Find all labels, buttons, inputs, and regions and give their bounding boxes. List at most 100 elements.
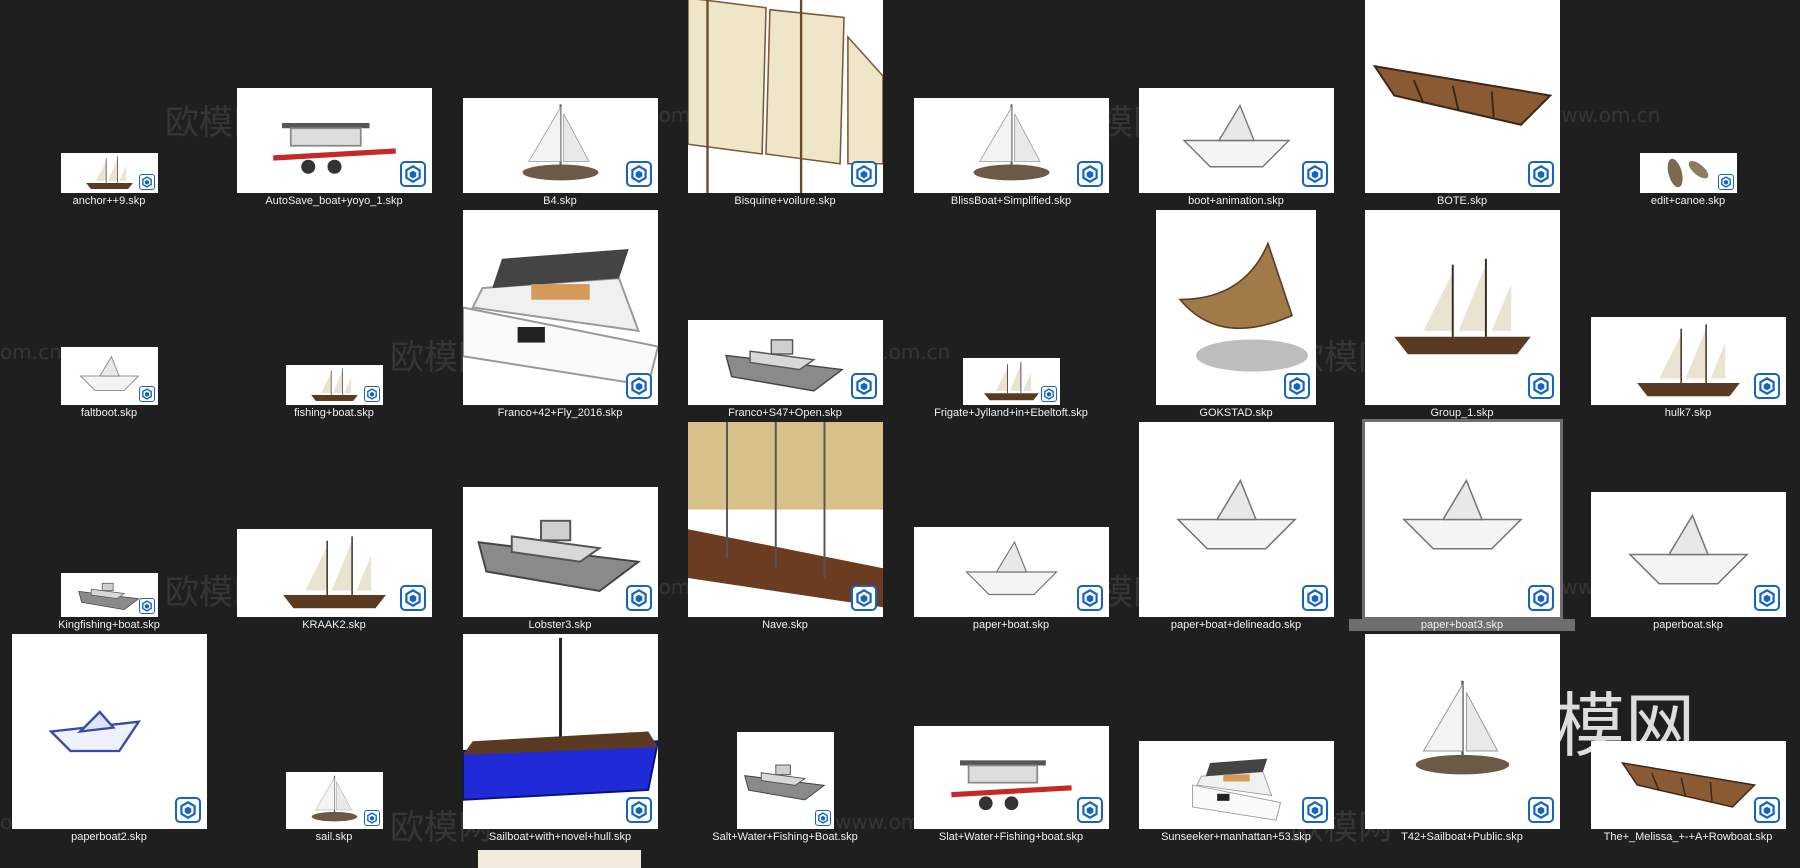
file-thumbnail[interactable] xyxy=(462,634,658,829)
file-tile[interactable]: Group_1.skp xyxy=(1349,208,1575,420)
file-tile[interactable]: KRAAK2.skp xyxy=(221,420,447,632)
file-name-label: edit+canoe.skp xyxy=(1650,195,1726,207)
sketchup-icon xyxy=(625,373,652,399)
file-tile[interactable]: Bisquine+voilure.skp xyxy=(672,0,898,208)
sketchup-icon xyxy=(363,810,380,826)
file-tile[interactable]: T42+Sailboat+Public.skp xyxy=(1349,632,1575,844)
file-tile[interactable]: The+_Melissa_+-+A+Rowboat.skp xyxy=(1575,632,1800,844)
file-name-label: KRAAK2.skp xyxy=(302,619,366,631)
sketchup-icon xyxy=(1076,161,1103,187)
sketchup-icon xyxy=(1527,373,1554,399)
file-tile[interactable]: paper+boat+delineado.skp xyxy=(1123,420,1349,632)
file-thumbnail[interactable] xyxy=(462,98,658,193)
file-thumbnail-partial[interactable] xyxy=(478,850,641,868)
file-thumbnail[interactable] xyxy=(1156,210,1316,405)
file-name-label: paper+boat.skp xyxy=(972,619,1050,631)
file-thumbnail[interactable] xyxy=(1590,317,1786,405)
file-name-label: Frigate+Jylland+in+Ebeltoft.skp xyxy=(934,407,1088,419)
file-thumbnail[interactable] xyxy=(1138,741,1334,829)
file-tile[interactable]: Nave.skp xyxy=(672,420,898,632)
file-name-label: GOKSTAD.skp xyxy=(1199,407,1273,419)
sketchup-icon xyxy=(625,797,652,823)
file-tile[interactable]: paperboat2.skp xyxy=(0,632,222,844)
file-thumbnail[interactable] xyxy=(285,772,383,829)
sketchup-icon xyxy=(1717,174,1734,190)
file-thumbnail[interactable] xyxy=(60,153,158,193)
sketchup-icon xyxy=(625,161,652,187)
file-name-label: AutoSave_boat+yoyo_1.skp xyxy=(265,195,403,207)
file-name-label: sail.skp xyxy=(315,831,353,843)
file-name-label: Sailboat+with+novel+hull.skp xyxy=(488,831,632,843)
file-thumbnail[interactable] xyxy=(236,529,432,617)
file-name-label: Sunseeker+manhattan+53.skp xyxy=(1161,831,1311,843)
file-tile[interactable]: Kingfishing+boat.skp xyxy=(0,420,222,632)
file-tile[interactable]: paper+boat3.skp xyxy=(1349,419,1575,632)
file-thumbnail[interactable] xyxy=(1138,422,1334,617)
file-thumbnail[interactable] xyxy=(736,732,834,829)
file-tile[interactable]: AutoSave_boat+yoyo_1.skp xyxy=(221,0,447,208)
file-thumbnail[interactable] xyxy=(462,487,658,617)
file-thumbnail[interactable] xyxy=(1364,210,1560,405)
file-name-label: T42+Sailboat+Public.skp xyxy=(1401,831,1523,843)
file-name-label: paper+boat+delineado.skp xyxy=(1170,619,1302,631)
file-tile[interactable]: edit+canoe.skp xyxy=(1575,0,1800,208)
file-name-label: paperboat2.skp xyxy=(71,831,147,843)
sketchup-icon xyxy=(625,585,652,611)
file-thumbnail[interactable] xyxy=(236,88,432,193)
file-tile[interactable]: paperboat.skp xyxy=(1575,420,1800,632)
sketchup-icon xyxy=(1753,373,1780,399)
file-name-label: Salt+Water+Fishing+Boat.skp xyxy=(712,831,858,843)
sketchup-icon xyxy=(138,386,155,402)
file-thumbnail[interactable] xyxy=(1590,741,1786,829)
file-tile[interactable]: sail.skp xyxy=(221,632,447,844)
file-tile[interactable]: BOTE.skp xyxy=(1349,0,1575,208)
file-thumbnail[interactable] xyxy=(1364,634,1560,829)
file-tile[interactable]: fishing+boat.skp xyxy=(221,208,447,420)
file-thumbnail[interactable] xyxy=(11,634,207,829)
file-thumbnail[interactable] xyxy=(1590,492,1786,617)
file-thumbnail[interactable] xyxy=(1639,153,1737,193)
file-tile[interactable]: boot+animation.skp xyxy=(1123,0,1349,208)
sketchup-icon xyxy=(1284,373,1310,399)
file-thumbnail[interactable] xyxy=(687,320,883,405)
sketchup-icon xyxy=(174,797,201,823)
sketchup-icon xyxy=(1527,161,1554,187)
file-tile[interactable]: GOKSTAD.skp xyxy=(1123,208,1349,420)
file-thumbnail[interactable] xyxy=(462,210,658,405)
file-thumbnail[interactable] xyxy=(687,422,883,617)
file-tile[interactable]: BlissBoat+Simplified.skp xyxy=(898,0,1124,208)
file-thumbnail[interactable] xyxy=(913,726,1109,829)
file-thumbnail[interactable] xyxy=(1138,88,1334,193)
sketchup-icon xyxy=(399,161,426,187)
file-tile[interactable]: Sailboat+with+novel+hull.skp xyxy=(447,632,673,844)
sketchup-icon xyxy=(814,810,831,826)
file-tile[interactable]: Franco+42+Fly_2016.skp xyxy=(447,208,673,420)
file-tile[interactable]: Sunseeker+manhattan+53.skp xyxy=(1123,632,1349,844)
file-thumbnail[interactable] xyxy=(60,347,158,405)
file-thumbnail[interactable] xyxy=(60,573,158,617)
file-thumbnail[interactable] xyxy=(962,358,1060,405)
sketchup-icon xyxy=(399,585,426,611)
sketchup-icon xyxy=(1301,585,1328,611)
file-thumbnail[interactable] xyxy=(913,527,1109,617)
file-tile[interactable]: Lobster3.skp xyxy=(447,420,673,632)
file-tile[interactable]: Slat+Water+Fishing+boat.skp xyxy=(898,632,1124,844)
sketchup-icon xyxy=(850,161,877,187)
file-thumbnail[interactable] xyxy=(913,98,1109,193)
file-thumbnail[interactable] xyxy=(285,365,383,405)
file-tile[interactable]: Salt+Water+Fishing+Boat.skp xyxy=(672,632,898,844)
file-tile[interactable]: faltboot.skp xyxy=(0,208,222,420)
file-tile[interactable]: Frigate+Jylland+in+Ebeltoft.skp xyxy=(898,208,1124,420)
sketchup-icon xyxy=(850,585,877,611)
file-name-label: faltboot.skp xyxy=(80,407,138,419)
file-tile[interactable]: paper+boat.skp xyxy=(898,420,1124,632)
file-thumbnail[interactable] xyxy=(1361,419,1563,620)
file-thumbnail[interactable] xyxy=(1364,0,1560,193)
sketchup-icon xyxy=(138,598,155,614)
file-tile[interactable]: hulk7.skp xyxy=(1575,208,1800,420)
file-tile[interactable]: B4.skp xyxy=(447,0,673,208)
file-tile[interactable]: Franco+S47+Open.skp xyxy=(672,208,898,420)
file-thumbnail[interactable] xyxy=(687,0,883,193)
file-tile[interactable]: anchor++9.skp xyxy=(0,0,222,208)
file-name-label: B4.skp xyxy=(543,195,577,207)
